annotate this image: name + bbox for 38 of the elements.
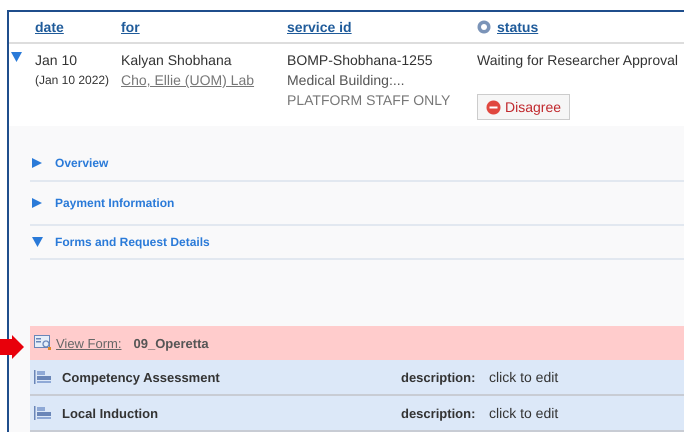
view-form-link[interactable]: View Form: xyxy=(56,336,122,350)
minus-icon xyxy=(486,100,501,115)
column-header[interactable]: service id xyxy=(287,19,352,36)
form-icon xyxy=(34,335,52,351)
service-text: BOMP-Shobhana-1255 xyxy=(287,52,434,70)
service-text: Medical Building:... xyxy=(287,72,406,90)
disagree-button[interactable]: Disagree xyxy=(477,94,570,120)
help-icon[interactable] xyxy=(477,20,491,34)
date-text: Jan 10 xyxy=(35,52,78,70)
pointer-arrow xyxy=(0,335,24,359)
column-header[interactable]: for xyxy=(121,19,140,36)
list-icon xyxy=(34,406,52,420)
expand-toggle[interactable] xyxy=(9,52,22,62)
field-value[interactable]: click to edit xyxy=(489,368,684,386)
form-name: 09_Operetta xyxy=(134,336,209,350)
expand-icon xyxy=(32,158,42,168)
column-header[interactable]: date xyxy=(35,19,64,36)
section-header[interactable]: Forms and Request Details xyxy=(55,235,210,249)
section-header[interactable]: Overview xyxy=(55,156,108,170)
requester-name: Kalyan Shobhana xyxy=(121,52,233,70)
service-note: PLATFORM STAFF ONLY xyxy=(287,92,452,110)
column-header[interactable]: status xyxy=(497,19,538,36)
expand-icon xyxy=(32,198,42,208)
item-name: Competency Assessment xyxy=(62,370,221,384)
field-label: description: xyxy=(401,406,476,420)
collapse-icon xyxy=(11,52,22,62)
field-label: description: xyxy=(401,370,476,384)
expand-toggle[interactable] xyxy=(32,198,43,208)
expand-toggle[interactable] xyxy=(32,158,43,168)
lab-link[interactable]: Cho, Ellie (UOM) Lab xyxy=(121,72,287,90)
expand-toggle[interactable] xyxy=(32,237,43,247)
item-name: Local Induction xyxy=(62,406,160,420)
list-icon xyxy=(34,370,52,384)
collapse-icon xyxy=(32,237,43,247)
status-text: Waiting for Researcher Approval xyxy=(477,52,680,70)
section-header[interactable]: Payment Information xyxy=(55,196,174,210)
field-value[interactable]: click to edit xyxy=(489,404,684,422)
full-date-text: (Jan 10 2022) xyxy=(35,72,110,90)
